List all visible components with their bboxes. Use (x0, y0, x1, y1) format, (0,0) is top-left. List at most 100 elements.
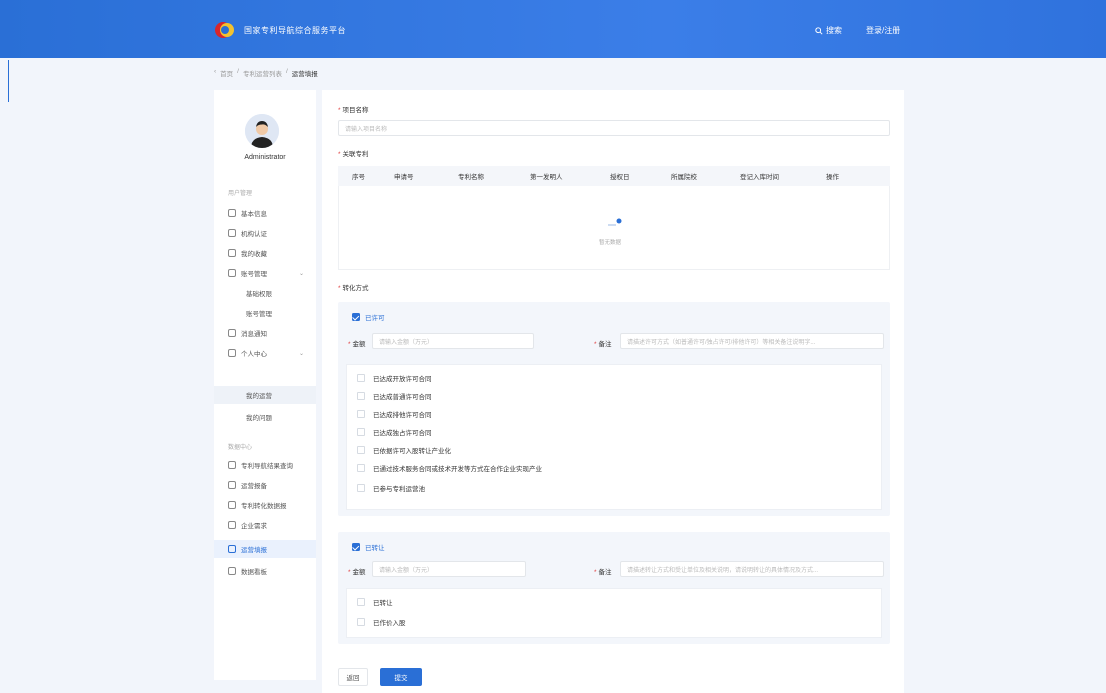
license-option[interactable]: 已达成普通许可合同 (357, 391, 432, 401)
amount-label: * 金额 (348, 341, 366, 348)
sidebar-item-basic-info[interactable]: 基本信息 (214, 204, 316, 222)
sidebar-item-label: 消息通知 (241, 331, 267, 338)
top-navigation-bar: 国家专利导航综合服务平台 搜索 登录/注册 (0, 0, 1106, 58)
column-header: 申请号 (394, 174, 414, 181)
sidebar-item-label: 我的运营 (246, 393, 272, 400)
column-header: 登记入库时间 (740, 174, 779, 181)
checkbox[interactable] (357, 598, 365, 606)
sidebar-subitem-permissions[interactable]: 基础权限 (214, 284, 316, 302)
breadcrumb: ‹ 首页 / 专利运营列表 / 运营填报 (214, 68, 318, 78)
checkbox[interactable] (357, 446, 365, 454)
empty-data-icon (608, 218, 622, 226)
breadcrumb-separator: / (237, 68, 239, 75)
sidebar-item-label: 运营填报 (241, 547, 267, 554)
transferred-amount-input[interactable]: 请输入金额（万元） (372, 561, 526, 577)
sidebar-subitem-my-operations[interactable]: 我的运营 (214, 386, 316, 404)
sidebar-item-operation-report[interactable]: 运营报备 (214, 476, 316, 494)
column-header: 序号 (352, 174, 365, 181)
license-option[interactable]: 已达成独占许可合同 (357, 427, 432, 437)
chevron-down-icon: ⌄ (298, 350, 304, 357)
sidebar-subitem-my-questions[interactable]: 我的问题 (214, 408, 316, 426)
search-button[interactable]: 搜索 (815, 25, 842, 36)
checkbox[interactable] (357, 484, 365, 492)
license-option[interactable]: 已达成排他许可合同 (357, 409, 432, 419)
sidebar-item-dashboard[interactable]: 数据看板 (214, 562, 316, 580)
search-icon (815, 26, 823, 35)
sidebar-item-personal-center[interactable]: 个人中心 ⌄ (214, 344, 316, 362)
search-list-icon (228, 461, 236, 469)
site-name[interactable]: 国家专利导航综合服务平台 (244, 25, 346, 36)
logo-icon[interactable] (214, 21, 236, 39)
sidebar-item-favorites[interactable]: 我的收藏 (214, 244, 316, 262)
column-header: 第一发明人 (530, 174, 563, 181)
back-button[interactable]: 返回 (338, 668, 368, 686)
breadcrumb-current: 运营填报 (291, 71, 318, 78)
column-header: 所属院校 (671, 174, 697, 181)
patent-table-body: 暂无数据 (338, 186, 890, 270)
chat-icon (228, 269, 236, 277)
home-icon (228, 209, 236, 217)
licensed-checkbox[interactable]: 已许可 (352, 312, 385, 322)
checkbox[interactable] (357, 392, 365, 400)
licensed-note-input[interactable]: 请描述许可方式（如普通许可/独占许可/排他许可）等相关备注说明字... (620, 333, 884, 349)
submit-button[interactable]: 提交 (380, 668, 422, 686)
sidebar-item-label: 我的问题 (246, 415, 272, 422)
checkbox[interactable] (357, 428, 365, 436)
breadcrumb-home[interactable]: 首页 (220, 68, 233, 78)
sidebar-item-label: 基础权限 (246, 291, 272, 298)
username: Administrator (244, 154, 286, 161)
sidebar-item-label: 专利导航结果查询 (241, 463, 293, 470)
main-form-panel: * 项目名称 请输入项目名称 * 关联专利 序号 申请号 专利名称 第一发明人 授权… (322, 90, 904, 693)
search-label: 搜索 (826, 26, 842, 35)
conversion-method-label: * 转化方式 (338, 285, 369, 292)
edit-icon (228, 545, 236, 553)
chevron-down-icon: ⌄ (298, 270, 304, 277)
transferred-checkbox[interactable]: 已转让 (352, 542, 385, 552)
sidebar-item-notifications[interactable]: 消息通知 (214, 324, 316, 342)
sidebar-subitem-account-manage[interactable]: 账号管理 (214, 304, 316, 322)
checkbox[interactable] (357, 374, 365, 382)
empty-data-text: 暂无数据 (599, 240, 622, 246)
column-header: 专利名称 (458, 174, 484, 181)
login-register-link[interactable]: 登录/注册 (866, 25, 900, 36)
project-name-input[interactable]: 请输入项目名称 (338, 120, 890, 136)
transfer-option[interactable]: 已转让 (357, 597, 393, 607)
sidebar-item-conversion-data[interactable]: 专利转化数据报 (214, 496, 316, 514)
licensed-options-box: 已达成开放许可合同 已达成普通许可合同 已达成排他许可合同 已达成独占许可合同 … (346, 364, 882, 510)
sidebar-item-label: 个人中心 (241, 351, 267, 358)
checkbox[interactable] (357, 410, 365, 418)
sidebar-item-operation-fill[interactable]: 运营填报 (214, 540, 316, 558)
sidebar-item-org-auth[interactable]: 机构认证 (214, 224, 316, 242)
licensed-amount-input[interactable]: 请输入金额（万元） (372, 333, 534, 349)
transferred-options-box: 已转让 已作价入股 (346, 588, 882, 638)
sidebar-item-navigation-results[interactable]: 专利导航结果查询 (214, 456, 316, 474)
sidebar-item-label: 企业需求 (241, 523, 267, 530)
amount-label: * 金额 (348, 569, 366, 576)
transferred-note-input[interactable]: 请描述转让方式和受让单位及相关说明，请说明转让的具体情况及方式... (620, 561, 884, 577)
license-option[interactable]: 已依据许可入股转让产业化 (357, 445, 451, 455)
transfer-option[interactable]: 已作价入股 (357, 617, 406, 627)
avatar[interactable] (245, 114, 279, 148)
checkbox[interactable] (357, 618, 365, 626)
license-option[interactable]: 已达成开放许可合同 (357, 373, 432, 383)
license-option[interactable]: 已通过技术服务合同或技术开发等方式在合作企业实现产业 (357, 463, 542, 473)
data-icon (228, 501, 236, 509)
column-header: 操作 (826, 174, 839, 181)
licensed-card: 已许可 * 金额 请输入金额（万元） * 备注 请描述许可方式（如普通许可/独占许可… (338, 302, 890, 516)
left-edge-line (8, 60, 9, 102)
sidebar-item-account[interactable]: 账号管理 ⌄ (214, 264, 316, 282)
sidebar-item-label: 运营报备 (241, 483, 267, 490)
breadcrumb-separator: / (285, 68, 288, 75)
breadcrumb-list[interactable]: 专利运营列表 (243, 68, 282, 78)
sidebar-item-label: 数据看板 (241, 569, 267, 576)
section-title-data: 数据中心 (228, 445, 253, 451)
transferred-card: 已转让 * 金额 请输入金额（万元） * 备注 请描述转让方式和受让单位及相关说明，… (338, 532, 890, 644)
report-icon (228, 481, 236, 489)
breadcrumb-back-icon[interactable]: ‹ (214, 68, 216, 78)
note-label: * 备注 (594, 569, 612, 576)
checkbox[interactable] (357, 464, 365, 472)
section-title-user: 用户管理 (228, 191, 253, 197)
note-label: * 备注 (594, 341, 612, 348)
sidebar-item-enterprise-demand[interactable]: 企业需求 (214, 516, 316, 534)
license-option[interactable]: 已参与专利运营池 (357, 483, 425, 493)
